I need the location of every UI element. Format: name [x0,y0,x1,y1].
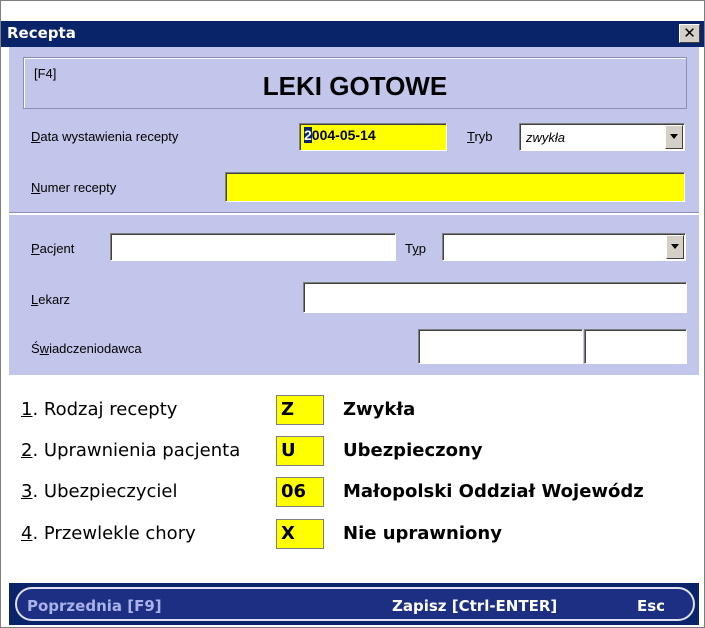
save-button[interactable]: Zapisz [Ctrl-ENTER] [392,597,557,615]
code-field-type[interactable]: Z [276,395,324,425]
escape-button[interactable]: Esc [637,597,665,615]
row-value-type: Zwykła [343,399,416,420]
code-field-insurer[interactable]: 06 [276,477,324,507]
previous-button[interactable]: Poprzednia [F9] [27,597,162,615]
header-banner: [F4] LEKI GOTOWE [23,57,687,109]
mode-label: Tryb [467,129,493,144]
provider-field-1[interactable] [418,329,583,364]
close-icon: ✕ [683,24,696,42]
doctor-label: Lekarz [31,292,71,307]
patient-field[interactable] [110,233,396,261]
window-title: Recepta [7,24,76,42]
type-select[interactable] [442,233,686,261]
code-field-entitlement[interactable]: U [276,436,324,466]
provider-label: Świadczeniodawca [31,341,142,356]
title-bar: Recepta ✕ [1,21,704,47]
chevron-down-icon[interactable] [665,125,683,149]
doctor-field[interactable] [303,282,687,313]
row-label-insurer: 3. Ubezpieczyciel [21,481,178,502]
type-label: Typ [405,241,426,256]
row-value-chronic: Nie uprawniony [343,523,502,544]
code-field-chronic[interactable]: X [276,519,324,549]
prescription-number-field[interactable] [225,172,685,202]
patient-label: Pacjent [31,241,75,256]
close-button[interactable]: ✕ [679,24,700,43]
page-title: LEKI GOTOWE [262,71,448,101]
row-value-entitlement: Ubezpieczony [343,440,483,461]
row-value-insurer: Małopolski Oddział Wojewódz [343,481,644,502]
mode-value: zwykła [526,130,566,145]
row-label-chronic: 4. Przewlekle chory [21,523,196,544]
number-label: Numer recepty [31,180,117,195]
row-label-type: 1. Rodzaj recepty [21,399,178,420]
date-field[interactable]: 2004-05-14 [299,123,447,151]
date-label: Data wystawienia recepty [31,129,179,144]
row-label-entitlement: 2. Uprawnienia pacjenta [21,440,241,461]
chevron-down-icon[interactable] [666,235,684,259]
recepta-window: Recepta ✕ [F4] LEKI GOTOWE Data wystawie… [0,0,705,628]
provider-field-2[interactable] [584,329,687,364]
mode-select[interactable]: zwykła [519,123,685,151]
